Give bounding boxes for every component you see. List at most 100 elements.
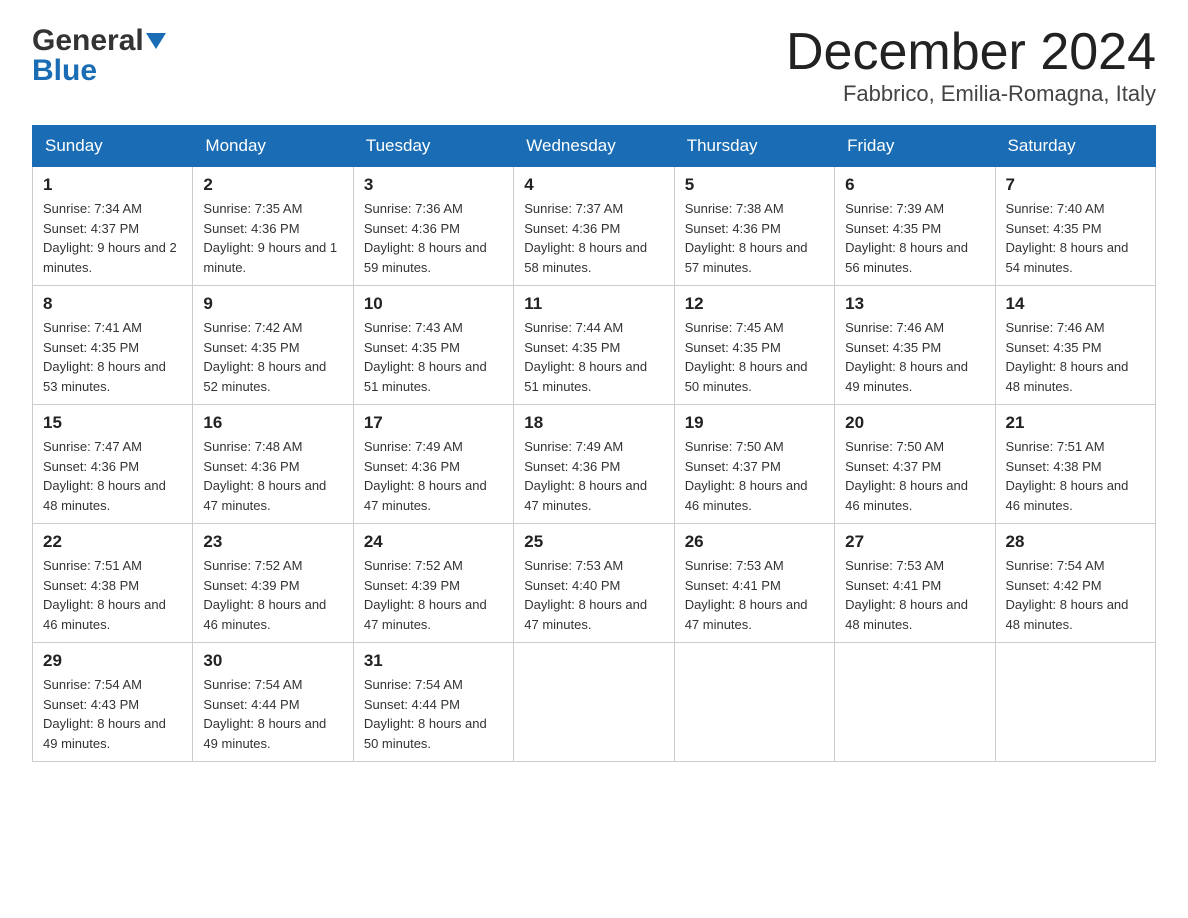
sunset-label: Sunset: 4:35 PM [203,340,299,355]
day-number: 27 [845,532,984,552]
sunset-label: Sunset: 4:37 PM [845,459,941,474]
day-info: Sunrise: 7:54 AM Sunset: 4:42 PM Dayligh… [1006,556,1145,634]
logo-general-text: General [32,24,144,58]
sunset-label: Sunset: 4:38 PM [43,578,139,593]
table-row: 19 Sunrise: 7:50 AM Sunset: 4:37 PM Dayl… [674,405,834,524]
col-wednesday: Wednesday [514,126,674,167]
page-header: General Blue December 2024 Fabbrico, Emi… [32,24,1156,107]
table-row: 8 Sunrise: 7:41 AM Sunset: 4:35 PM Dayli… [33,286,193,405]
day-number: 19 [685,413,824,433]
day-number: 8 [43,294,182,314]
sunset-label: Sunset: 4:35 PM [1006,221,1102,236]
sunrise-label: Sunrise: 7:43 AM [364,320,463,335]
day-number: 7 [1006,175,1145,195]
day-info: Sunrise: 7:37 AM Sunset: 4:36 PM Dayligh… [524,199,663,277]
table-row: 28 Sunrise: 7:54 AM Sunset: 4:42 PM Dayl… [995,524,1155,643]
daylight-label: Daylight: 8 hours and 47 minutes. [524,597,647,632]
day-info: Sunrise: 7:53 AM Sunset: 4:41 PM Dayligh… [685,556,824,634]
daylight-label: Daylight: 8 hours and 51 minutes. [364,359,487,394]
sunrise-label: Sunrise: 7:53 AM [845,558,944,573]
sunset-label: Sunset: 4:36 PM [524,459,620,474]
table-row: 11 Sunrise: 7:44 AM Sunset: 4:35 PM Dayl… [514,286,674,405]
sunrise-label: Sunrise: 7:49 AM [364,439,463,454]
day-info: Sunrise: 7:52 AM Sunset: 4:39 PM Dayligh… [203,556,342,634]
table-row: 17 Sunrise: 7:49 AM Sunset: 4:36 PM Dayl… [353,405,513,524]
sunset-label: Sunset: 4:40 PM [524,578,620,593]
daylight-label: Daylight: 8 hours and 47 minutes. [685,597,808,632]
calendar-table: Sunday Monday Tuesday Wednesday Thursday… [32,125,1156,762]
sunrise-label: Sunrise: 7:38 AM [685,201,784,216]
table-row: 15 Sunrise: 7:47 AM Sunset: 4:36 PM Dayl… [33,405,193,524]
day-number: 13 [845,294,984,314]
day-info: Sunrise: 7:36 AM Sunset: 4:36 PM Dayligh… [364,199,503,277]
day-info: Sunrise: 7:49 AM Sunset: 4:36 PM Dayligh… [364,437,503,515]
sunset-label: Sunset: 4:36 PM [364,459,460,474]
day-info: Sunrise: 7:34 AM Sunset: 4:37 PM Dayligh… [43,199,182,277]
table-row [995,643,1155,762]
sunrise-label: Sunrise: 7:50 AM [685,439,784,454]
day-number: 30 [203,651,342,671]
day-info: Sunrise: 7:45 AM Sunset: 4:35 PM Dayligh… [685,318,824,396]
daylight-label: Daylight: 8 hours and 46 minutes. [43,597,166,632]
calendar-header-row: Sunday Monday Tuesday Wednesday Thursday… [33,126,1156,167]
table-row: 31 Sunrise: 7:54 AM Sunset: 4:44 PM Dayl… [353,643,513,762]
table-row: 13 Sunrise: 7:46 AM Sunset: 4:35 PM Dayl… [835,286,995,405]
sunrise-label: Sunrise: 7:50 AM [845,439,944,454]
table-row [835,643,995,762]
logo-arrow-icon [146,33,166,53]
sunrise-label: Sunrise: 7:52 AM [203,558,302,573]
day-info: Sunrise: 7:43 AM Sunset: 4:35 PM Dayligh… [364,318,503,396]
sunrise-label: Sunrise: 7:54 AM [364,677,463,692]
day-info: Sunrise: 7:40 AM Sunset: 4:35 PM Dayligh… [1006,199,1145,277]
table-row: 10 Sunrise: 7:43 AM Sunset: 4:35 PM Dayl… [353,286,513,405]
sunrise-label: Sunrise: 7:41 AM [43,320,142,335]
day-number: 10 [364,294,503,314]
table-row: 2 Sunrise: 7:35 AM Sunset: 4:36 PM Dayli… [193,167,353,286]
calendar-week-row: 1 Sunrise: 7:34 AM Sunset: 4:37 PM Dayli… [33,167,1156,286]
sunrise-label: Sunrise: 7:37 AM [524,201,623,216]
daylight-label: Daylight: 8 hours and 49 minutes. [845,359,968,394]
table-row: 30 Sunrise: 7:54 AM Sunset: 4:44 PM Dayl… [193,643,353,762]
col-tuesday: Tuesday [353,126,513,167]
table-row: 12 Sunrise: 7:45 AM Sunset: 4:35 PM Dayl… [674,286,834,405]
calendar-week-row: 29 Sunrise: 7:54 AM Sunset: 4:43 PM Dayl… [33,643,1156,762]
day-info: Sunrise: 7:54 AM Sunset: 4:43 PM Dayligh… [43,675,182,753]
sunrise-label: Sunrise: 7:40 AM [1006,201,1105,216]
day-number: 25 [524,532,663,552]
table-row: 26 Sunrise: 7:53 AM Sunset: 4:41 PM Dayl… [674,524,834,643]
daylight-label: Daylight: 8 hours and 48 minutes. [43,478,166,513]
sunrise-label: Sunrise: 7:48 AM [203,439,302,454]
daylight-label: Daylight: 8 hours and 46 minutes. [685,478,808,513]
day-info: Sunrise: 7:51 AM Sunset: 4:38 PM Dayligh… [1006,437,1145,515]
day-number: 11 [524,294,663,314]
sunset-label: Sunset: 4:37 PM [685,459,781,474]
table-row: 5 Sunrise: 7:38 AM Sunset: 4:36 PM Dayli… [674,167,834,286]
sunrise-label: Sunrise: 7:47 AM [43,439,142,454]
day-number: 16 [203,413,342,433]
sunset-label: Sunset: 4:35 PM [364,340,460,355]
table-row: 29 Sunrise: 7:54 AM Sunset: 4:43 PM Dayl… [33,643,193,762]
day-info: Sunrise: 7:46 AM Sunset: 4:35 PM Dayligh… [845,318,984,396]
daylight-label: Daylight: 8 hours and 57 minutes. [685,240,808,275]
daylight-label: Daylight: 8 hours and 48 minutes. [1006,359,1129,394]
col-sunday: Sunday [33,126,193,167]
daylight-label: Daylight: 8 hours and 59 minutes. [364,240,487,275]
sunset-label: Sunset: 4:35 PM [43,340,139,355]
sunrise-label: Sunrise: 7:54 AM [1006,558,1105,573]
sunrise-label: Sunrise: 7:45 AM [685,320,784,335]
day-number: 29 [43,651,182,671]
sunset-label: Sunset: 4:36 PM [685,221,781,236]
table-row: 9 Sunrise: 7:42 AM Sunset: 4:35 PM Dayli… [193,286,353,405]
day-number: 5 [685,175,824,195]
day-info: Sunrise: 7:42 AM Sunset: 4:35 PM Dayligh… [203,318,342,396]
daylight-label: Daylight: 8 hours and 58 minutes. [524,240,647,275]
day-info: Sunrise: 7:51 AM Sunset: 4:38 PM Dayligh… [43,556,182,634]
sunset-label: Sunset: 4:36 PM [524,221,620,236]
sunset-label: Sunset: 4:39 PM [203,578,299,593]
table-row: 23 Sunrise: 7:52 AM Sunset: 4:39 PM Dayl… [193,524,353,643]
sunrise-label: Sunrise: 7:54 AM [43,677,142,692]
sunrise-label: Sunrise: 7:39 AM [845,201,944,216]
sunset-label: Sunset: 4:35 PM [685,340,781,355]
day-info: Sunrise: 7:47 AM Sunset: 4:36 PM Dayligh… [43,437,182,515]
day-info: Sunrise: 7:50 AM Sunset: 4:37 PM Dayligh… [685,437,824,515]
